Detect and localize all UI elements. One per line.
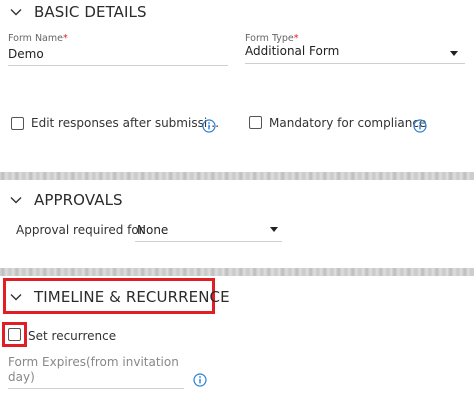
basic-details-title: BASIC DETAILS [34, 3, 147, 21]
chevron-down-icon [10, 196, 22, 204]
form-type-label: Form Type* [245, 33, 299, 44]
basic-details-header[interactable]: BASIC DETAILS [10, 3, 147, 21]
chevron-down-icon [10, 8, 22, 16]
edit-responses-label: Edit responses after submissi… [31, 116, 220, 130]
approval-required-select[interactable]: None [137, 223, 168, 237]
caret-down-icon[interactable] [450, 51, 458, 56]
form-expires-label-cont: day) [8, 370, 35, 384]
edit-responses-checkbox[interactable] [11, 117, 24, 130]
section-divider [0, 268, 474, 276]
info-icon[interactable] [202, 119, 216, 133]
mandatory-compliance-checkbox[interactable] [249, 116, 262, 129]
caret-down-icon[interactable] [270, 227, 278, 232]
form-type-select[interactable]: Additional Form [245, 44, 339, 58]
form-name-underline [8, 65, 228, 66]
form-expires-input[interactable] [8, 388, 184, 389]
chevron-down-icon [10, 293, 22, 301]
timeline-recurrence-header[interactable]: TIMELINE & RECURRENCE [10, 288, 230, 306]
approval-required-label: Approval required for [16, 223, 144, 237]
form-type-underline [245, 63, 465, 64]
info-icon[interactable] [193, 373, 207, 387]
mandatory-compliance-label: Mandatory for compliance [269, 116, 427, 130]
approval-select-underline [135, 241, 282, 242]
approvals-title: APPROVALS [34, 191, 123, 209]
info-icon[interactable] [413, 119, 427, 133]
section-divider [0, 172, 474, 180]
form-name-label: Form Name* [8, 33, 68, 44]
timeline-recurrence-title: TIMELINE & RECURRENCE [34, 288, 230, 306]
set-recurrence-label: Set recurrence [28, 329, 117, 343]
form-name-input[interactable]: Demo [8, 47, 44, 61]
form-expires-label: Form Expires(from invitation [8, 355, 179, 369]
set-recurrence-checkbox[interactable] [8, 328, 21, 341]
approvals-header[interactable]: APPROVALS [10, 191, 123, 209]
